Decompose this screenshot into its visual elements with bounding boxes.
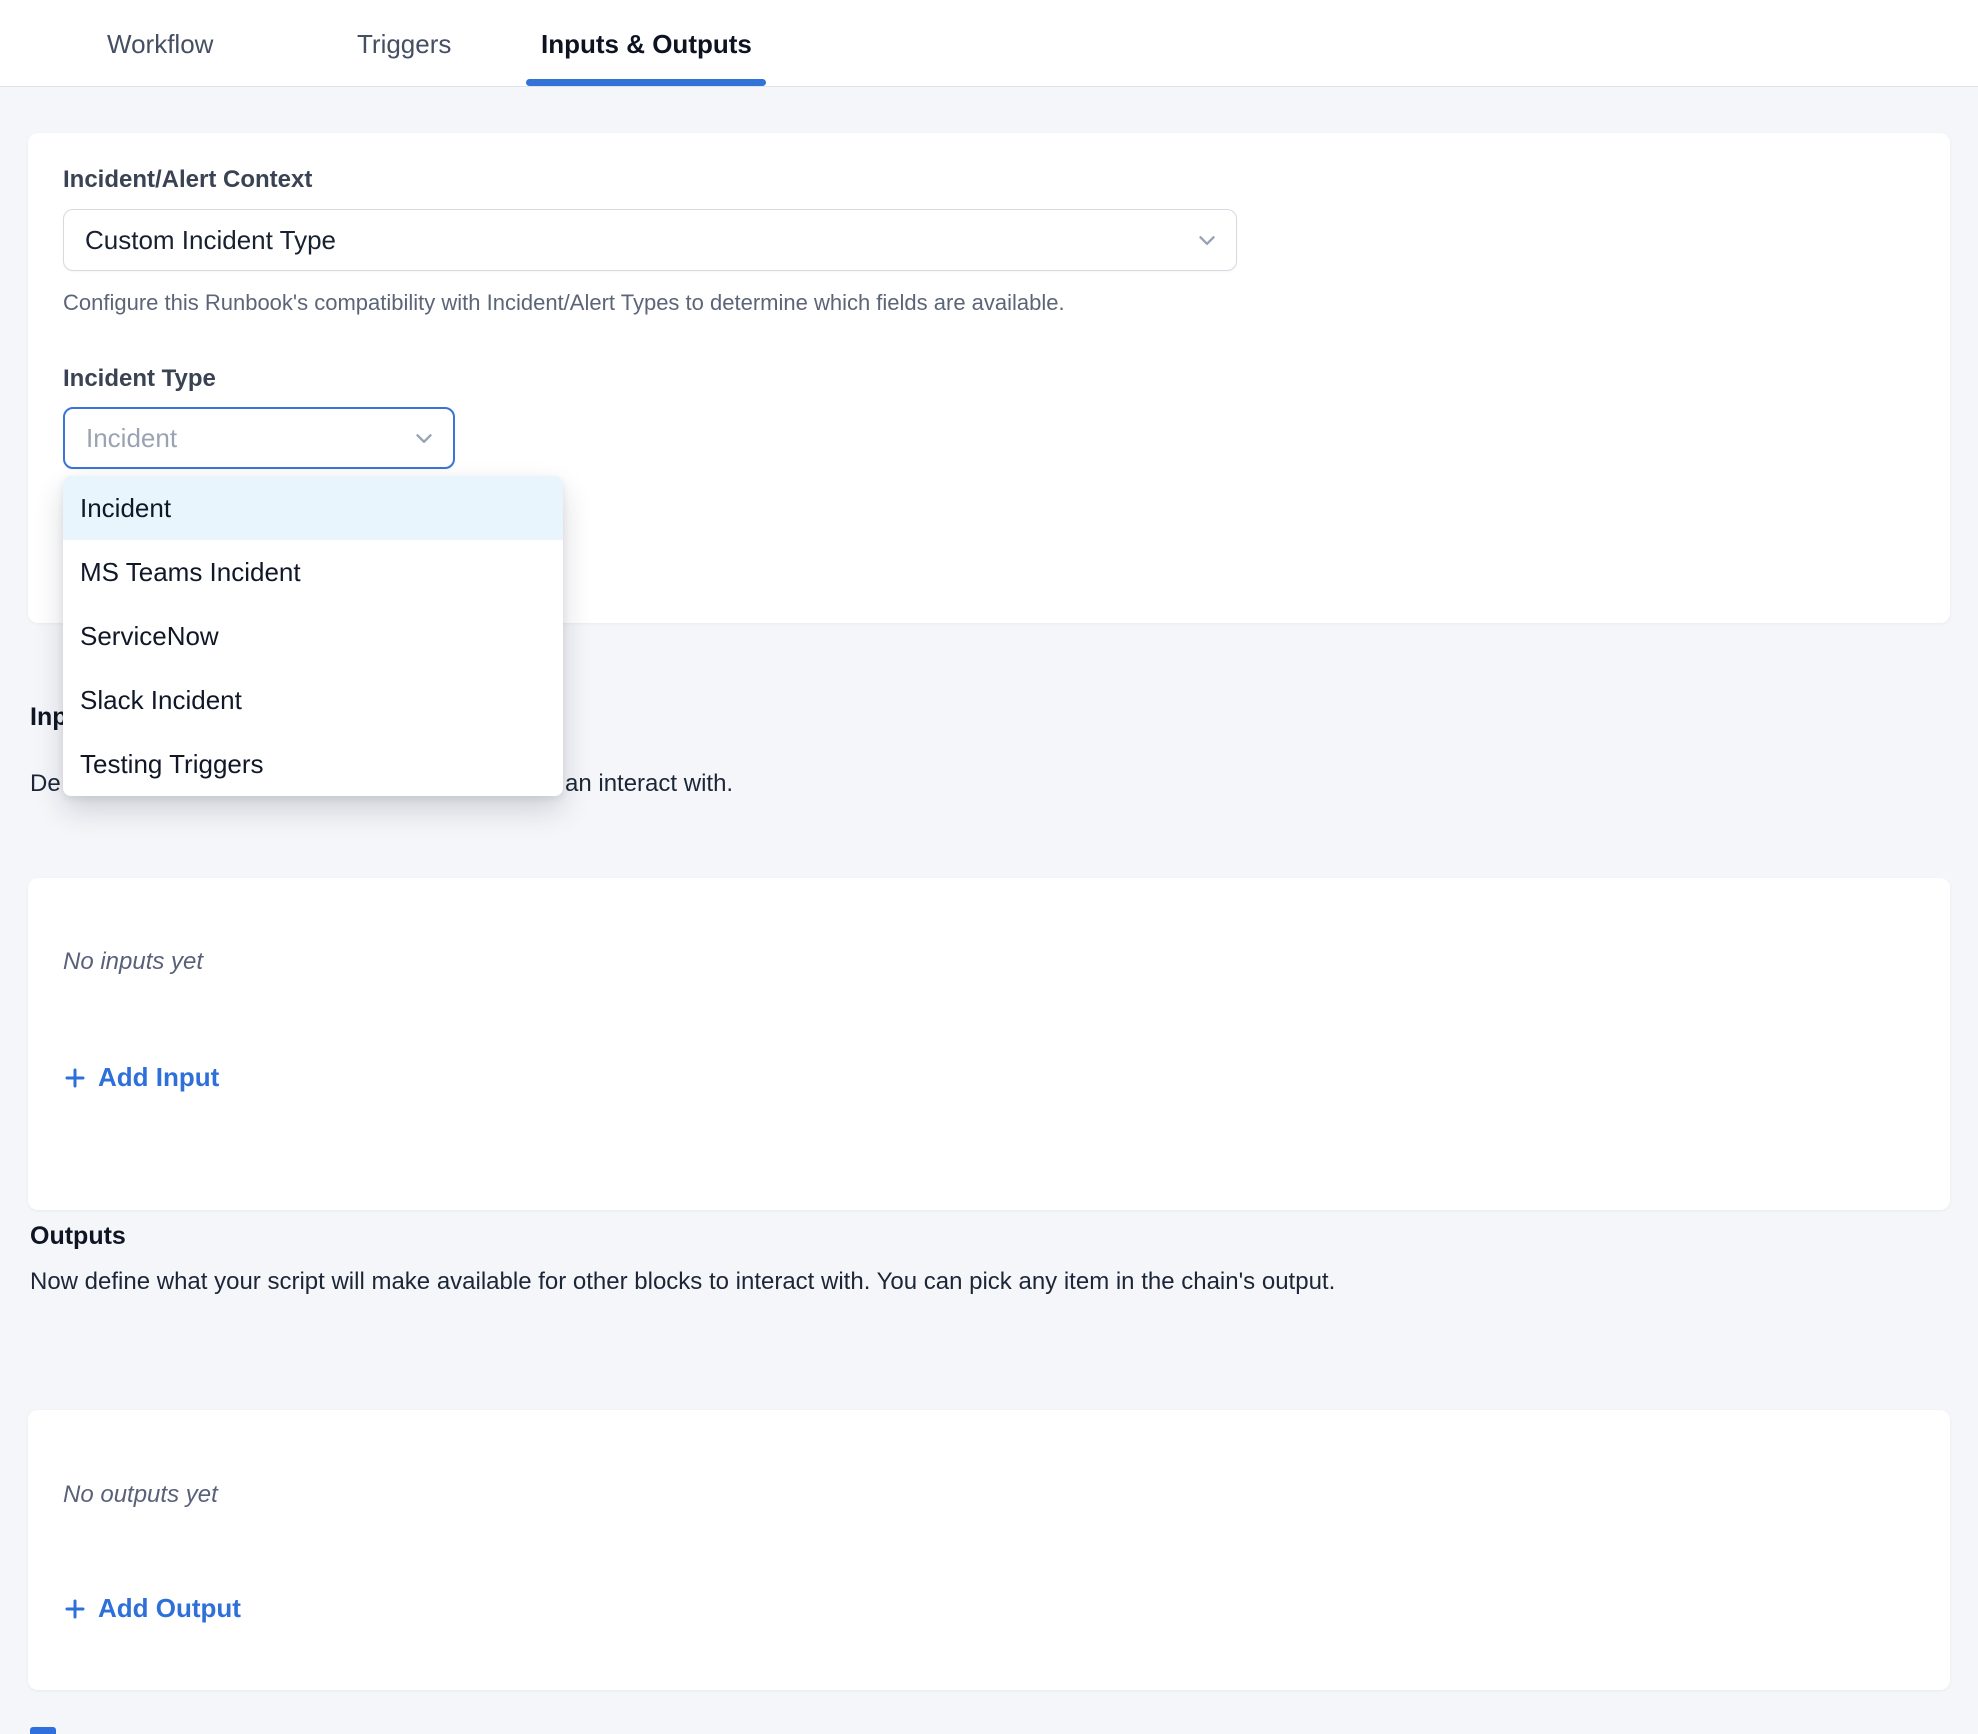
inputs-card: No inputs yet Add Input <box>28 878 1950 1210</box>
add-output-label: Add Output <box>98 1593 241 1624</box>
inputs-description-end: an interact with. <box>565 770 733 798</box>
page: Workflow Triggers Inputs & Outputs Incid… <box>0 0 1978 1734</box>
tab-bar: Workflow Triggers Inputs & Outputs <box>0 0 1978 87</box>
tab-triggers[interactable]: Triggers <box>357 29 451 59</box>
menu-option-testing-triggers[interactable]: Testing Triggers <box>63 732 563 796</box>
no-outputs-text: No outputs yet <box>63 1481 218 1509</box>
menu-option-incident[interactable]: Incident <box>63 476 563 540</box>
add-output-button[interactable]: Add Output <box>63 1593 241 1624</box>
add-input-label: Add Input <box>98 1062 219 1093</box>
chevron-down-icon <box>411 425 437 451</box>
inputs-description-start: De <box>30 770 61 798</box>
incident-type-dropdown-menu: Incident MS Teams Incident ServiceNow Sl… <box>63 476 563 796</box>
add-input-button[interactable]: Add Input <box>63 1062 219 1093</box>
incident-type-select[interactable]: Incident <box>63 407 455 469</box>
incident-type-label: Incident Type <box>63 365 216 393</box>
chevron-down-icon <box>1194 227 1220 253</box>
tab-workflow[interactable]: Workflow <box>107 29 213 59</box>
incident-alert-context-label: Incident/Alert Context <box>63 166 312 194</box>
outputs-description: Now define what your script will make av… <box>30 1268 1335 1296</box>
menu-option-servicenow[interactable]: ServiceNow <box>63 604 563 668</box>
menu-option-ms-teams-incident[interactable]: MS Teams Incident <box>63 540 563 604</box>
bottom-left-partial-element[interactable] <box>30 1727 56 1734</box>
incident-alert-context-select[interactable]: Custom Incident Type <box>63 209 1237 271</box>
tab-inputs-outputs[interactable]: Inputs & Outputs <box>541 29 752 59</box>
plus-icon <box>63 1597 87 1621</box>
outputs-card: No outputs yet Add Output <box>28 1410 1950 1690</box>
no-inputs-text: No inputs yet <box>63 948 203 976</box>
menu-option-slack-incident[interactable]: Slack Incident <box>63 668 563 732</box>
incident-alert-context-value: Custom Incident Type <box>85 225 336 256</box>
context-helper-text: Configure this Runbook's compatibility w… <box>63 290 1065 316</box>
outputs-heading: Outputs <box>30 1222 126 1251</box>
incident-type-placeholder: Incident <box>86 423 177 454</box>
active-tab-underline <box>526 79 766 86</box>
plus-icon <box>63 1066 87 1090</box>
